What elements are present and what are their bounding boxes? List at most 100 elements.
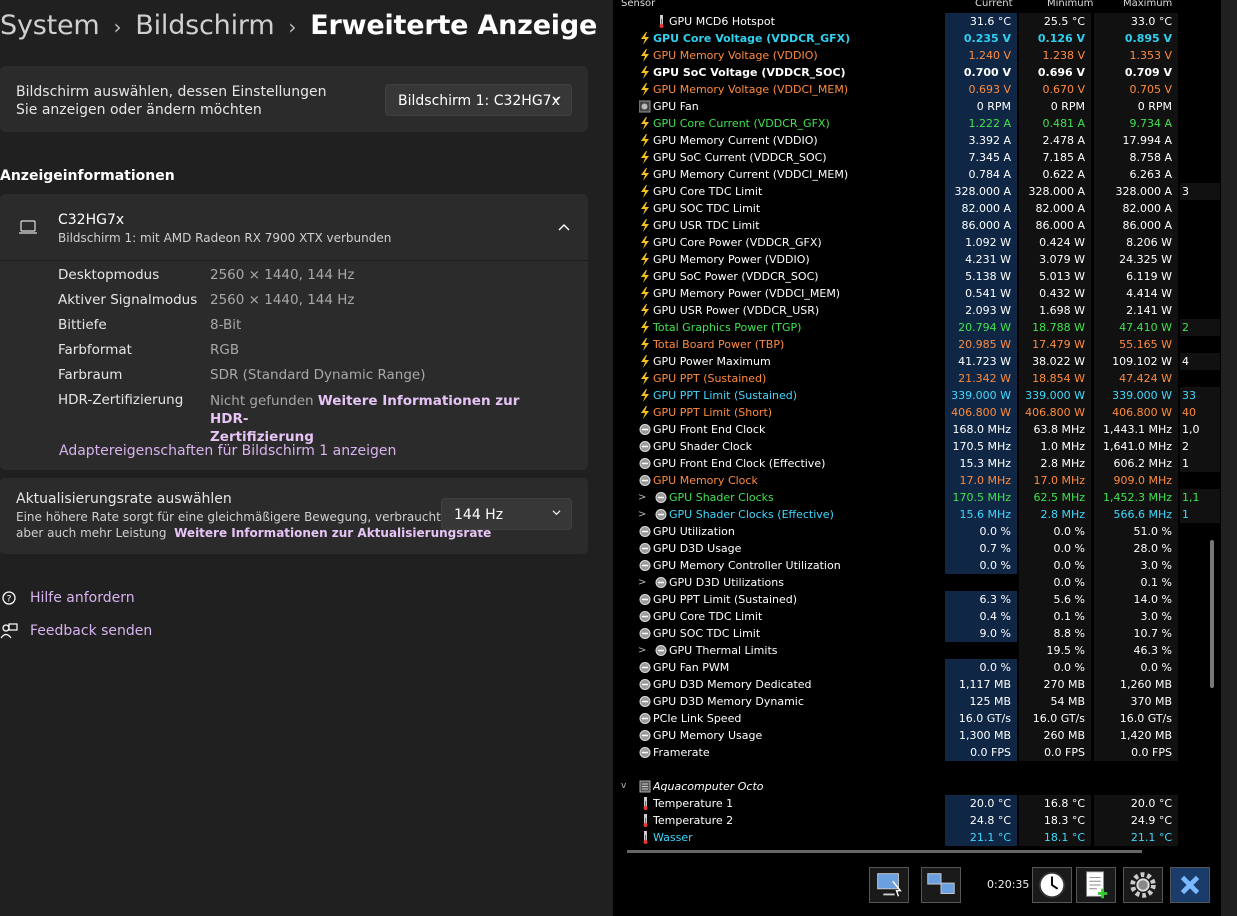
display-select-card: Bildschirm auswählen, dessen Einstellung… xyxy=(0,66,588,132)
sensor-maximum: 46.3 % xyxy=(1094,642,1178,659)
sensor-row[interactable]: > GPU Thermal Limits 19.5 % 46.3 % xyxy=(613,642,1223,659)
collapse-arrow-icon[interactable]: v xyxy=(621,778,626,795)
sensor-row[interactable]: Wasser 21.1 °C 18.1 °C 21.1 °C xyxy=(613,829,1223,846)
sensor-row[interactable] xyxy=(613,761,1223,778)
sensor-row[interactable]: Total Board Power (TBP) 20.985 W 17.479 W5… xyxy=(613,336,1223,353)
refresh-rate-dropdown[interactable]: 144 Hz xyxy=(441,498,572,530)
chevron-up-icon[interactable] xyxy=(558,223,570,231)
sensor-row[interactable]: GPU USR Power (VDDCR_USR) 2.093 W 1.698 W2… xyxy=(613,302,1223,319)
sensor-row[interactable]: GPU D3D Memory Dedicated 1,117 MB 270 MB 1,… xyxy=(613,676,1223,693)
sensor-row[interactable]: PCIe Link Speed 16.0 GT/s 16.0 GT/s 16.0 GT… xyxy=(613,710,1223,727)
sensor-row[interactable]: GPU Front End Clock (Effective) 15.3 MHz 2… xyxy=(613,455,1223,472)
horizontal-scrollbar[interactable] xyxy=(627,850,1142,853)
sensor-row[interactable]: GPU Memory Voltage (VDDCI_MEM) 0.693 V 0.6… xyxy=(613,81,1223,98)
vertical-scrollbar[interactable] xyxy=(1210,540,1214,688)
expand-arrow-icon[interactable]: > xyxy=(638,574,646,591)
sensor-minimum: 0.126 V xyxy=(1019,30,1091,47)
sensor-row[interactable]: GPU SoC Current (VDDCR_SOC) 7.345 A 7.185 … xyxy=(613,149,1223,166)
sensor-row[interactable]: GPU Utilization 0.0 % 0.0 % 51.0 % xyxy=(613,523,1223,540)
help-link[interactable]: ? Hilfe anfordern xyxy=(0,589,135,607)
sensor-row[interactable]: GPU PPT Limit (Sustained) 6.3 % 5.6 % 14.0 … xyxy=(613,591,1223,608)
sensor-name: GPU Memory Clock xyxy=(653,474,758,487)
sensor-current: 7.345 A xyxy=(945,149,1017,166)
sensor-row[interactable]: GPU Core Current (VDDCR_GFX) 1.222 A 0.481… xyxy=(613,115,1223,132)
sensor-row[interactable]: > GPU Shader Clocks (Effective) 15.6 MHz 2.… xyxy=(613,506,1223,523)
sensor-row[interactable]: GPU Fan 0 RPM 0 RPM 0 RPM xyxy=(613,98,1223,115)
sensor-row[interactable]: GPU PPT Limit (Sustained) 339.000 W 339.00… xyxy=(613,387,1223,404)
clock-icon xyxy=(1038,871,1066,899)
network-button[interactable] xyxy=(869,867,909,903)
sensor-row[interactable]: Temperature 2 24.8 °C 18.3 °C 24.9 °C xyxy=(613,812,1223,829)
lightning-icon xyxy=(641,168,649,181)
expand-arrow-icon[interactable]: > xyxy=(638,506,646,523)
sensor-name: Total Board Power (TBP) xyxy=(653,338,785,351)
breadcrumb-system[interactable]: System xyxy=(0,10,100,41)
sensor-row[interactable]: GPU Memory Power (VDDIO) 4.231 W 3.079 W 24… xyxy=(613,251,1223,268)
thermometer-icon xyxy=(659,15,664,28)
logging-button[interactable] xyxy=(1076,867,1116,903)
lightning-icon xyxy=(641,253,649,266)
expand-arrow-icon[interactable]: > xyxy=(638,642,646,659)
sensor-row[interactable]: GPU D3D Memory Dynamic 125 MB 54 MB 370 MB xyxy=(613,693,1223,710)
sensor-row[interactable]: GPU PPT Limit (Short) 406.800 W 406.800 W4… xyxy=(613,404,1223,421)
column-header-sensor[interactable]: Sensor xyxy=(621,0,655,11)
settings-button[interactable] xyxy=(1123,867,1163,903)
sensor-row[interactable]: GPU Memory Current (VDDIO) 3.392 A 2.478 A… xyxy=(613,132,1223,149)
sensor-row[interactable]: GPU PPT (Sustained) 21.342 W 18.854 W 47.42… xyxy=(613,370,1223,387)
hwinfo-sensors-window: Sensor Current Minimum Maximum GPU MCD6 … xyxy=(613,0,1237,916)
gauge-icon xyxy=(655,492,667,503)
sensor-minimum: 270 MB xyxy=(1019,676,1091,693)
sensor-row[interactable]: GPU Core TDC Limit 0.4 % 0.1 % 3.0 % xyxy=(613,608,1223,625)
sensor-row[interactable]: GPU D3D Usage 0.7 % 0.0 % 28.0 % xyxy=(613,540,1223,557)
sensor-maximum: 1,420 MB xyxy=(1094,727,1178,744)
sensor-minimum: 0.0 % xyxy=(1019,540,1091,557)
sensor-row[interactable]: GPU SOC TDC Limit 82.000 A 82.000 A 82.000 … xyxy=(613,200,1223,217)
sensor-row[interactable]: GPU Memory Usage 1,300 MB 260 MB 1,420 MB xyxy=(613,727,1223,744)
sensor-row[interactable]: GPU SOC TDC Limit 9.0 % 8.8 % 10.7 % xyxy=(613,625,1223,642)
expand-arrow-icon[interactable]: > xyxy=(638,489,646,506)
feedback-icon xyxy=(0,623,18,639)
sensor-row[interactable]: GPU Shader Clock 170.5 MHz 1.0 MHz 1,641.0 … xyxy=(613,438,1223,455)
sensor-name: Wasser xyxy=(653,831,693,844)
network-monitors-button[interactable] xyxy=(921,867,961,903)
sensor-minimum: 3.079 W xyxy=(1019,251,1091,268)
page-title: Erweiterte Anzeige xyxy=(310,10,598,41)
column-header-maximum[interactable]: Maximum xyxy=(1123,0,1172,11)
column-header-current[interactable]: Current xyxy=(975,0,1013,11)
sensor-row[interactable]: > GPU D3D Utilizations 0.0 % 0.1 % xyxy=(613,574,1223,591)
sensor-row[interactable]: Framerate 0.0 FPS 0.0 FPS 0.0 FPS xyxy=(613,744,1223,761)
sensor-maximum: 16.0 GT/s xyxy=(1094,710,1178,727)
sensor-minimum: 0.424 W xyxy=(1019,234,1091,251)
breadcrumb-display[interactable]: Bildschirm xyxy=(135,10,274,41)
sensor-row[interactable]: GPU Core TDC Limit 328.000 A 328.000 A 328.… xyxy=(613,183,1223,200)
close-button[interactable] xyxy=(1170,867,1210,903)
sensor-row[interactable]: GPU Memory Current (VDDCI_MEM) 0.784 A 0.6… xyxy=(613,166,1223,183)
sensor-row[interactable]: Temperature 1 20.0 °C 16.8 °C 20.0 °C xyxy=(613,795,1223,812)
display-select-dropdown[interactable]: Bildschirm 1: C32HG7x xyxy=(385,84,572,116)
gauge-icon xyxy=(639,628,651,639)
sensor-name: GPU Thermal Limits xyxy=(669,644,778,657)
sensor-row[interactable]: GPU Power Maximum 41.723 W 38.022 W 109.102… xyxy=(613,353,1223,370)
sensor-row[interactable]: GPU Fan PWM 0.0 % 0.0 % 0.0 % xyxy=(613,659,1223,676)
column-header-minimum[interactable]: Minimum xyxy=(1047,0,1093,11)
sensor-row[interactable]: GPU Memory Power (VDDCI_MEM) 0.541 W 0.432… xyxy=(613,285,1223,302)
sensor-current: 41.723 W xyxy=(945,353,1017,370)
sensor-row[interactable]: > GPU Shader Clocks 170.5 MHz 62.5 MHz 1,452… xyxy=(613,489,1223,506)
sensor-row[interactable]: GPU Core Voltage (VDDCR_GFX) 0.235 V 0.126… xyxy=(613,30,1223,47)
sensor-row[interactable]: GPU SoC Power (VDDCR_SOC) 5.138 W 5.013 W6… xyxy=(613,268,1223,285)
reset-timer-button[interactable] xyxy=(1032,867,1072,903)
sensor-row[interactable]: Total Graphics Power (TGP) 20.794 W 18.788… xyxy=(613,319,1223,336)
sensor-row[interactable]: GPU Memory Voltage (VDDIO) 1.240 V 1.238 V… xyxy=(613,47,1223,64)
sensor-row[interactable]: GPU MCD6 Hotspot 31.6 °C 25.5 °C 33.0 °C xyxy=(613,13,1223,30)
sensor-row[interactable]: GPU USR TDC Limit 86.000 A 86.000 A 86.000 … xyxy=(613,217,1223,234)
feedback-link[interactable]: Feedback senden xyxy=(0,622,152,640)
sensor-group-row[interactable]: v Aquacomputer Octo xyxy=(613,778,1223,795)
sensor-row[interactable]: GPU SoC Voltage (VDDCR_SOC) 0.700 V 0.696 … xyxy=(613,64,1223,81)
sensor-row[interactable]: GPU Memory Clock 17.0 MHz 17.0 MHz 909.0 MH… xyxy=(613,472,1223,489)
adapter-properties-link[interactable]: Adaptereigenschaften für Bildschirm 1 an… xyxy=(59,443,396,459)
sensor-row[interactable]: GPU Memory Controller Utilization 0.0 % 0.… xyxy=(613,557,1223,574)
display-info-header[interactable]: C32HG7x Bildschirm 1: mit AMD Radeon RX … xyxy=(0,194,588,261)
device-icon xyxy=(639,780,651,793)
sensor-row[interactable]: GPU Front End Clock 168.0 MHz 63.8 MHz 1,44… xyxy=(613,421,1223,438)
sensor-row[interactable]: GPU Core Power (VDDCR_GFX) 1.092 W 0.424 W… xyxy=(613,234,1223,251)
